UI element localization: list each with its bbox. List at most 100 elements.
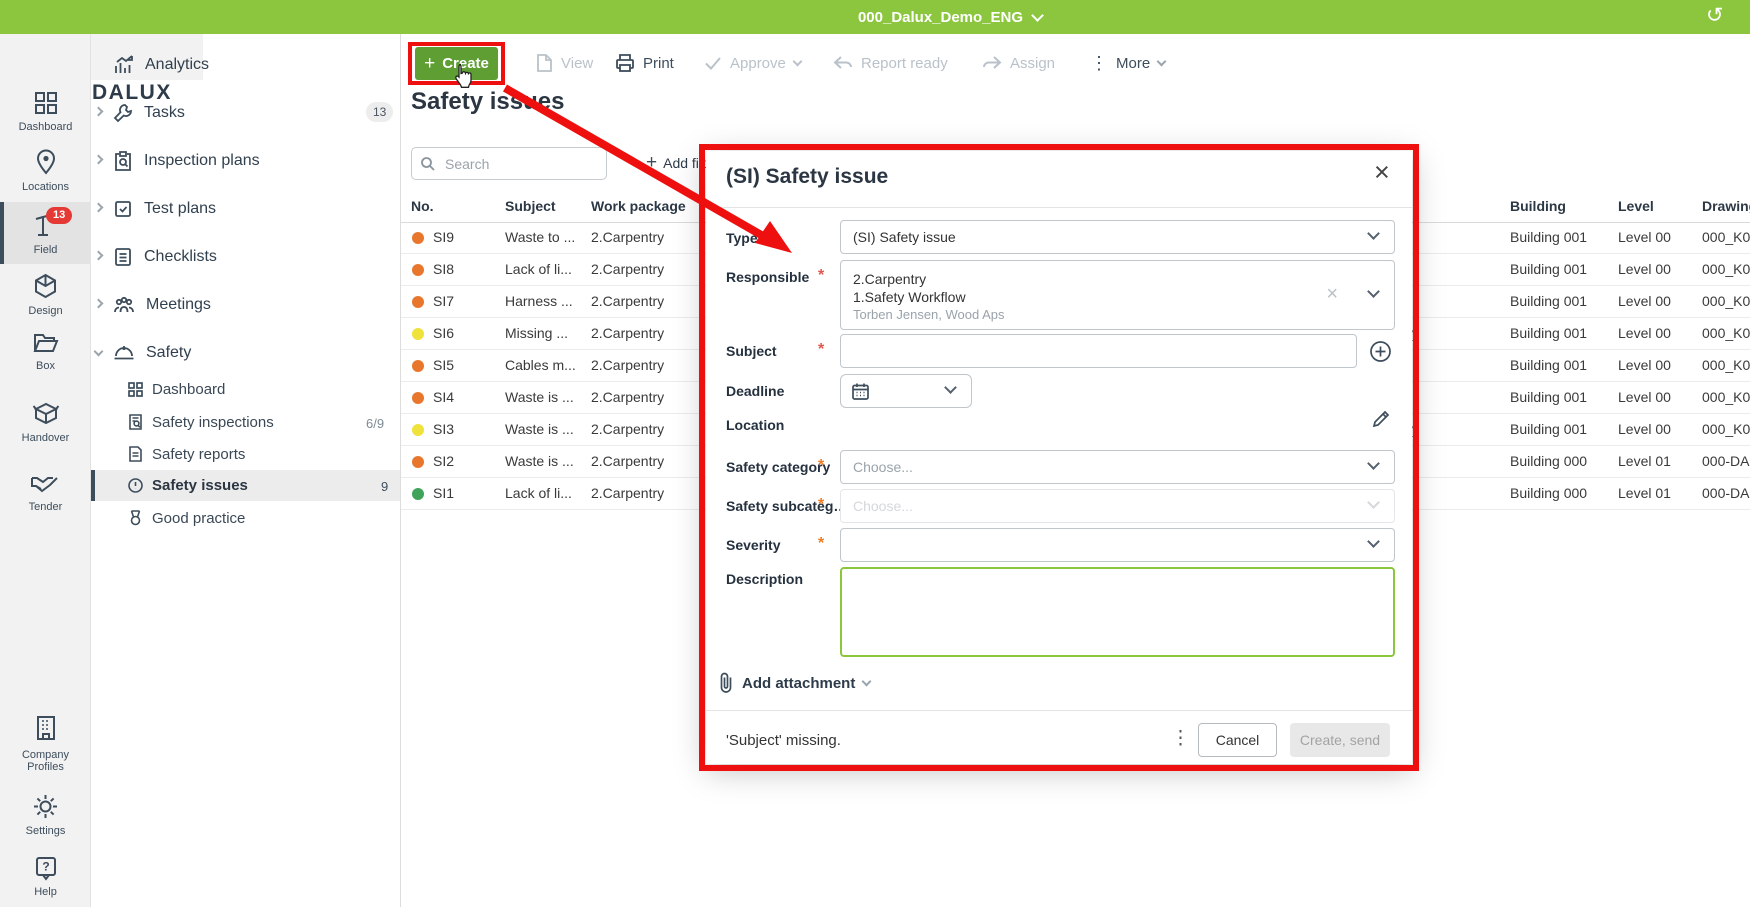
search-box[interactable] (411, 147, 607, 180)
rail-item-handover[interactable]: Handover (0, 400, 91, 444)
column-header-no[interactable]: No. (411, 198, 434, 214)
cell-subject: Lack of li... (505, 261, 572, 277)
cell-level: Level 01 (1618, 485, 1671, 501)
pencil-icon[interactable] (1371, 409, 1391, 429)
cell-building: Building 000 (1510, 485, 1587, 501)
plus-icon: + (646, 156, 657, 170)
safety-category-select[interactable]: Choose... (840, 450, 1395, 484)
responsible-select[interactable]: 2.Carpentry 1.Safety Workflow Torben Jen… (840, 260, 1395, 330)
status-dot-icon (412, 264, 424, 276)
deadline-picker[interactable] (840, 374, 972, 408)
sidebar-item-safety-dashboard[interactable]: Dashboard (127, 381, 225, 398)
column-header-work-package[interactable]: Work package (591, 198, 686, 214)
cell-building: Building 000 (1510, 453, 1587, 469)
cell-subject: Waste is ... (505, 389, 574, 405)
description-label: Description (726, 571, 803, 587)
sidebar-item-checklists[interactable]: Checklists (95, 246, 217, 268)
cell-level: Level 00 (1618, 389, 1671, 405)
arrow-redo-icon (982, 55, 1002, 71)
analytics-chart-icon (113, 54, 135, 76)
subject-input[interactable] (840, 334, 1357, 368)
cell-no: SI4 (433, 389, 454, 405)
cell-drawing: 000_K0 (1702, 421, 1750, 437)
sidebar-item-test-plans[interactable]: Test plans (95, 198, 216, 220)
sidebar-item-meetings[interactable]: Meetings (95, 294, 211, 316)
sidebar-item-safety[interactable]: Safety (95, 342, 191, 364)
rail-item-locations[interactable]: Locations (0, 148, 91, 193)
chevron-down-icon (1367, 227, 1380, 240)
sidebar-item-safety-issues[interactable]: Safety issues (127, 477, 248, 494)
handshake-icon (29, 472, 63, 496)
cell-level: Level 00 (1618, 357, 1671, 373)
sidebar-item-safety-reports[interactable]: Safety reports (127, 445, 245, 463)
cell-subject: Cables m... (505, 357, 576, 373)
print-button[interactable]: Print (615, 46, 674, 80)
rail-item-company-profiles[interactable]: Company Profiles (0, 714, 91, 773)
folder-icon (32, 330, 60, 355)
kebab-icon[interactable]: ⋮ (1171, 727, 1190, 750)
severity-select[interactable] (840, 528, 1395, 562)
kebab-icon: ⋮ (1090, 53, 1108, 74)
dialog-footer-divider (706, 710, 1412, 711)
safety-subcategory-select: Choose... (840, 489, 1395, 523)
close-icon[interactable]: × (1374, 159, 1390, 186)
cell-building: Building 001 (1510, 261, 1587, 277)
meeting-people-icon (112, 294, 136, 316)
more-button[interactable]: ⋮ More (1090, 46, 1165, 80)
chevron-down-icon (944, 381, 957, 394)
rail-item-dashboard[interactable]: Dashboard (0, 90, 91, 133)
rail-item-settings[interactable]: Settings (0, 793, 91, 837)
project-selector[interactable]: 000_Dalux_Demo_ENG (675, 0, 1225, 34)
sidebar-item-inspection-plans[interactable]: Inspection plans (95, 150, 260, 172)
sidebar-item-tasks[interactable]: Tasks (95, 102, 185, 124)
sidebar-item-analytics[interactable]: Analytics (113, 54, 209, 76)
chevron-down-icon (1367, 496, 1380, 509)
status-dot-icon (412, 360, 424, 372)
sidebar-item-safety-inspections[interactable]: Safety inspections (127, 413, 274, 431)
cell-no: SI7 (433, 293, 454, 309)
description-textarea[interactable] (840, 567, 1395, 657)
required-marker: * (818, 535, 824, 553)
cell-no: SI6 (433, 325, 454, 341)
cancel-button[interactable]: Cancel (1198, 723, 1277, 757)
check-icon (704, 55, 722, 71)
rail-item-help[interactable]: ? Help (0, 855, 91, 898)
project-name: 000_Dalux_Demo_ENG (858, 9, 1023, 26)
deadline-label: Deadline (726, 383, 784, 399)
view-button[interactable]: View (536, 46, 593, 80)
search-input[interactable] (443, 155, 597, 173)
cell-work-package: 2.Carpentry (591, 421, 664, 437)
approve-button[interactable]: Approve (704, 46, 801, 80)
type-select[interactable]: (SI) Safety issue (840, 220, 1395, 254)
column-header-level[interactable]: Level (1618, 198, 1654, 214)
chevron-down-icon (94, 346, 104, 356)
history-icon[interactable]: ↺ (1706, 3, 1724, 28)
chevron-right-icon (94, 298, 104, 308)
cell-building: Building 001 (1510, 293, 1587, 309)
assign-button[interactable]: Assign (982, 46, 1055, 80)
cell-building: Building 001 (1510, 421, 1587, 437)
cell-level: Level 00 (1618, 293, 1671, 309)
column-header-subject[interactable]: Subject (505, 198, 556, 214)
rail-item-box[interactable]: Box (0, 330, 91, 372)
sidebar-item-good-practice[interactable]: Good practice (127, 509, 245, 527)
column-header-building[interactable]: Building (1510, 198, 1566, 214)
cell-drawing: 000_K0 (1702, 261, 1750, 277)
map-pin-icon (33, 148, 59, 176)
create-send-button[interactable]: Create, send (1290, 723, 1390, 757)
add-attachment-button[interactable]: Add attachment (718, 672, 870, 694)
status-dot-icon (412, 296, 424, 308)
clear-icon[interactable]: × (1326, 284, 1338, 304)
circle-plus-icon[interactable] (1369, 340, 1392, 363)
cell-work-package: 2.Carpentry (591, 357, 664, 373)
safety-subcategory-label: Safety subcateg… (726, 498, 847, 514)
column-header-drawing[interactable]: Drawing (1702, 198, 1750, 214)
report-ready-button[interactable]: Report ready (833, 46, 948, 80)
cell-work-package: 2.Carpentry (591, 485, 664, 501)
top-bar: 000_Dalux_Demo_ENG ↺ (0, 0, 1750, 34)
rail-item-design[interactable]: Design (0, 272, 91, 317)
rail-item-tender[interactable]: Tender (0, 472, 91, 513)
required-marker: * (818, 457, 824, 475)
help-icon: ? (33, 855, 59, 881)
cell-building: Building 001 (1510, 325, 1587, 341)
